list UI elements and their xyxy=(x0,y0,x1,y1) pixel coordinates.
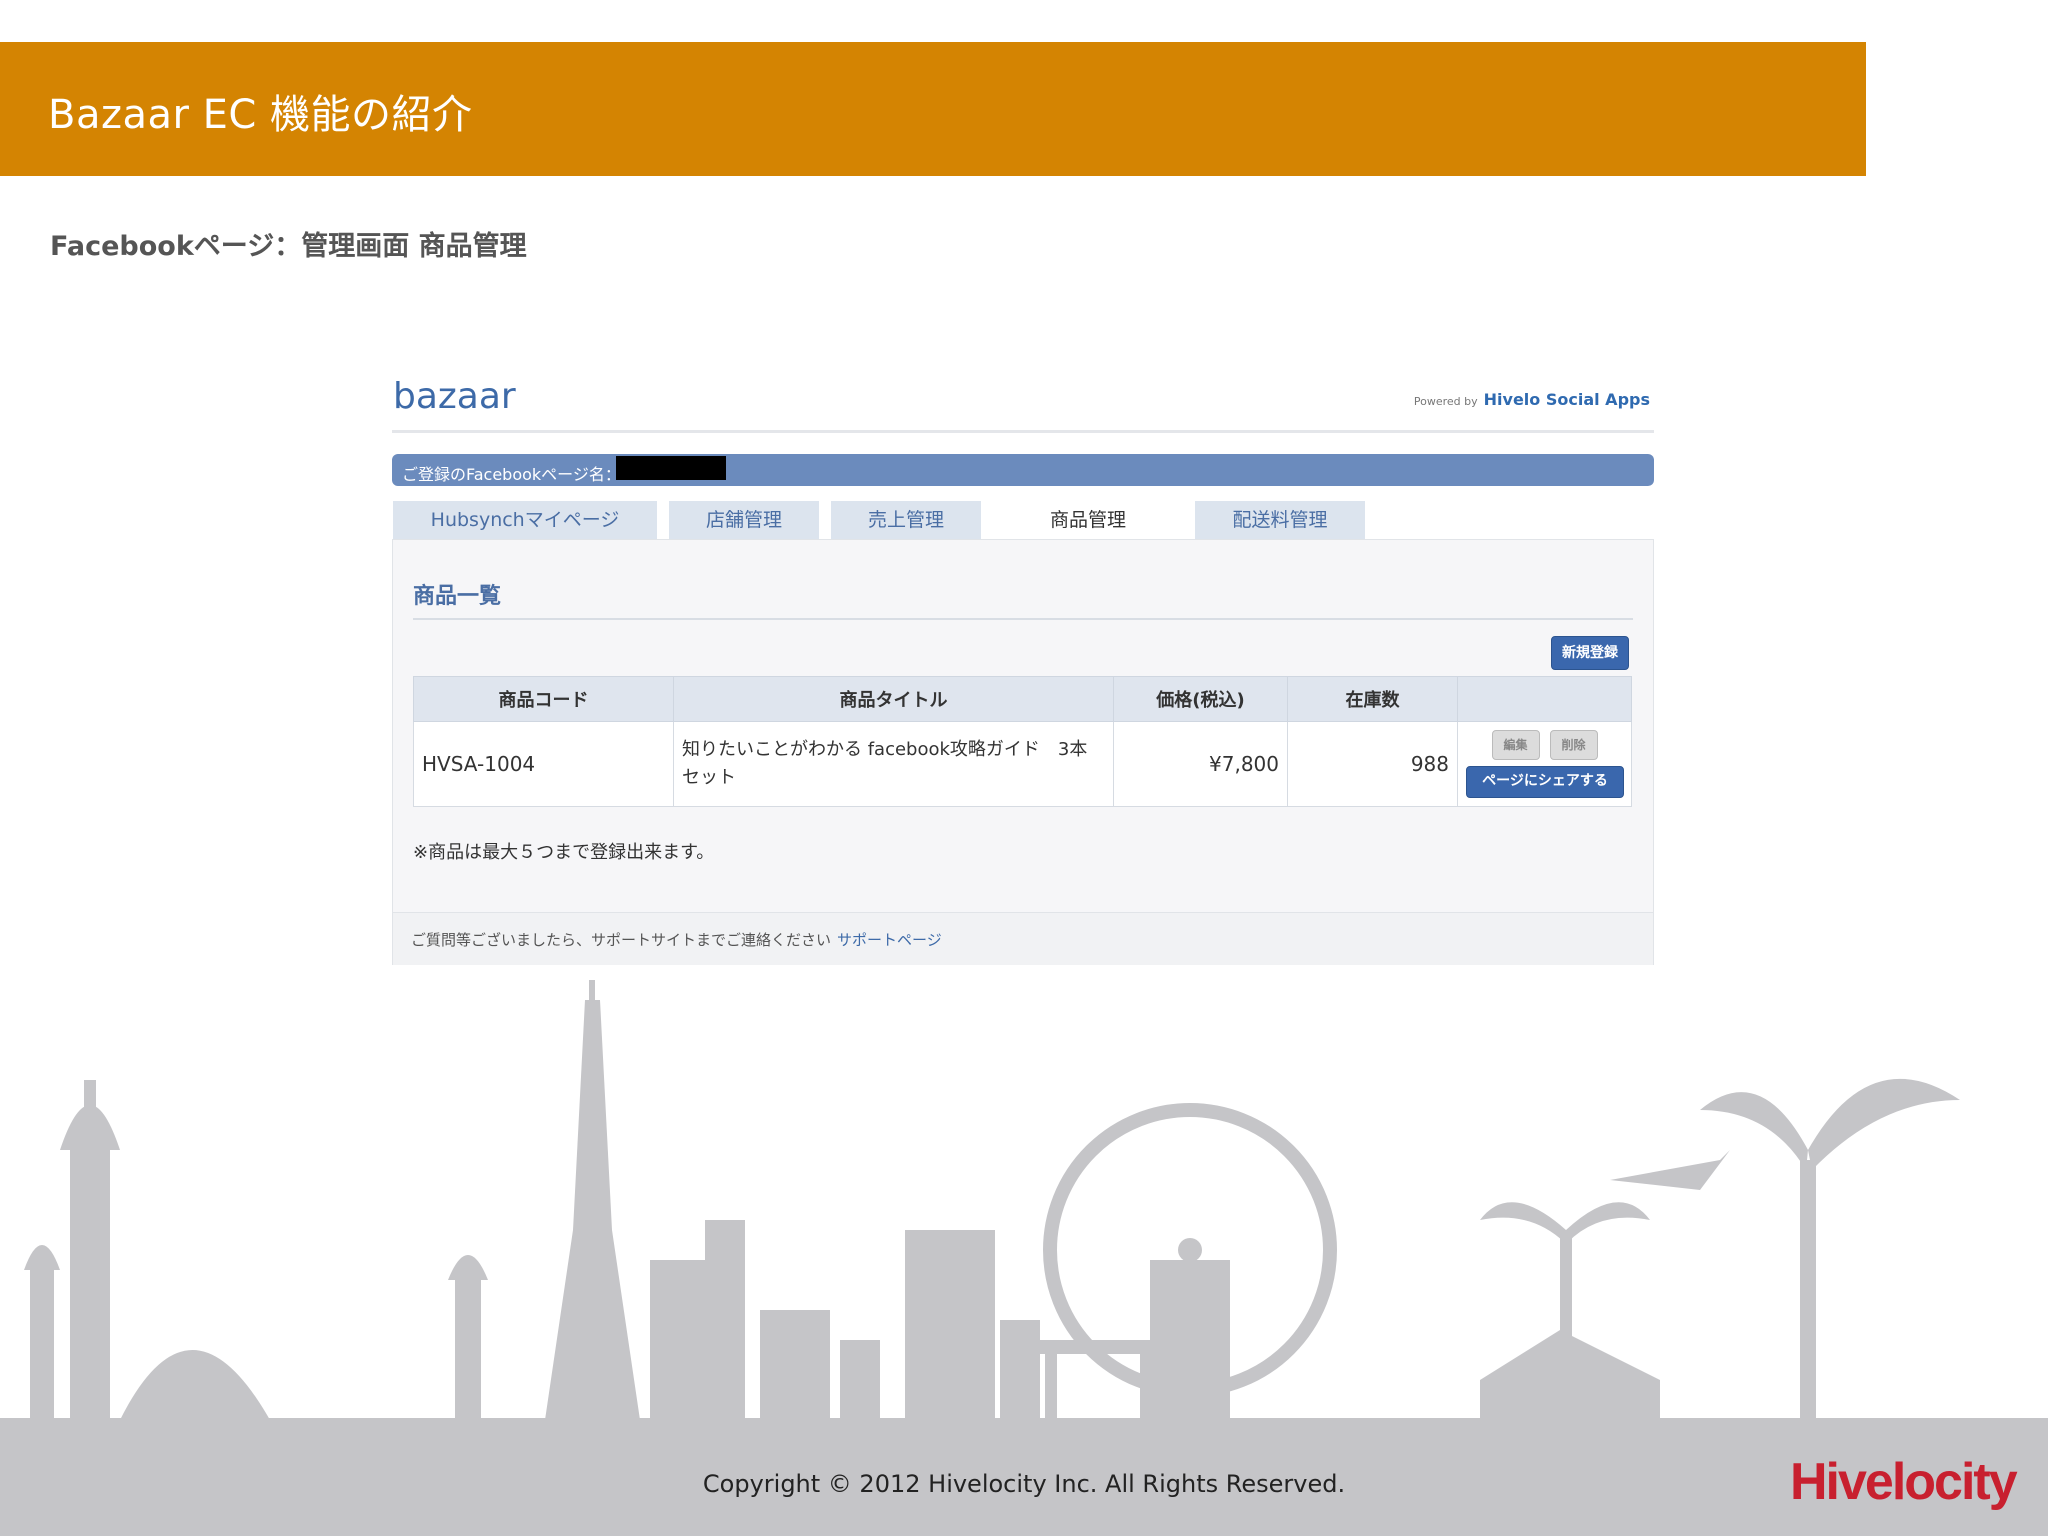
support-text: ご質問等ございましたら、サポートサイトまでご連絡ください xyxy=(411,931,832,949)
slide-header: Bazaar EC 機能の紹介 xyxy=(0,42,1866,176)
product-title: 知りたいことがわかる facebook攻略ガイド 3本セット xyxy=(673,721,1114,807)
product-code: HVSA-1004 xyxy=(413,721,674,807)
divider xyxy=(413,618,1633,620)
tab-products[interactable]: 商品管理 xyxy=(993,501,1183,543)
tab-shipping[interactable]: 配送料管理 xyxy=(1195,501,1365,539)
support-text-wrap: ご質問等ございましたら、サポートサイトまでご連絡ください サポートページ xyxy=(411,929,942,950)
product-limit-note: ※商品は最大５つまで登録出来ます。 xyxy=(413,842,715,863)
column-header xyxy=(1457,676,1632,722)
column-header: 価格(税込) xyxy=(1113,676,1288,722)
new-product-button[interactable]: 新規登録 xyxy=(1551,636,1629,670)
products-table: 商品コード 商品タイトル 価格(税込) 在庫数 HVSA-1004 知りたいこと… xyxy=(413,676,1632,807)
facebook-page-bar: ご登録のFacebookページ名： xyxy=(392,454,1654,486)
city-skyline-illustration xyxy=(24,980,1960,1436)
products-panel: 商品一覧 新規登録 商品コード 商品タイトル 価格(税込) 在庫数 HVSA-1… xyxy=(392,539,1654,965)
table-header-row: 商品コード 商品タイトル 価格(税込) 在庫数 xyxy=(413,676,1632,722)
column-header: 在庫数 xyxy=(1287,676,1458,722)
slide-title: Bazaar EC 機能の紹介 xyxy=(48,92,473,138)
facebook-page-label: ご登録のFacebookページ名： xyxy=(402,465,621,484)
bazaar-logo[interactable]: bazaar xyxy=(393,376,516,417)
product-price: ¥7,800 xyxy=(1113,721,1288,807)
divider xyxy=(392,430,1654,433)
powered-by-label: Powered by xyxy=(1413,395,1478,408)
powered-brand-link[interactable]: Hivelo Social Apps xyxy=(1484,390,1650,409)
app-screenshot: bazaar Powered by Hivelo Social Apps ご登録の… xyxy=(392,370,1654,968)
column-header: 商品タイトル xyxy=(673,676,1114,722)
tab-sales[interactable]: 売上管理 xyxy=(831,501,981,539)
edit-button[interactable]: 編集 xyxy=(1491,730,1540,760)
column-header: 商品コード xyxy=(413,676,674,722)
powered-by: Powered by Hivelo Social Apps xyxy=(1414,390,1650,409)
redacted-page-name xyxy=(616,456,726,480)
support-page-link[interactable]: サポートページ xyxy=(837,931,942,949)
table-row: HVSA-1004 知りたいことがわかる facebook攻略ガイド 3本セット… xyxy=(413,721,1632,807)
support-footer: ご質問等ございましたら、サポートサイトまでご連絡ください サポートページ xyxy=(393,912,1653,965)
tab-store[interactable]: 店舗管理 xyxy=(669,501,819,539)
share-wrap: ページにシェアする xyxy=(1466,766,1624,798)
share-to-page-button[interactable]: ページにシェアする xyxy=(1466,766,1624,798)
slide-subtitle: Facebookページ：管理画面 商品管理 xyxy=(50,231,527,262)
hivelocity-logo: Hivelocity xyxy=(1790,1453,2018,1511)
copyright-text: Copyright © 2012 Hivelocity Inc. All Rig… xyxy=(702,1470,1346,1498)
tab-mypage[interactable]: Hubsynchマイページ xyxy=(393,501,657,539)
row-actions: 編集 削除 ページにシェアする xyxy=(1457,721,1632,807)
section-title: 商品一覧 xyxy=(413,584,502,609)
delete-button[interactable]: 削除 xyxy=(1549,730,1598,760)
product-stock: 988 xyxy=(1287,721,1458,807)
